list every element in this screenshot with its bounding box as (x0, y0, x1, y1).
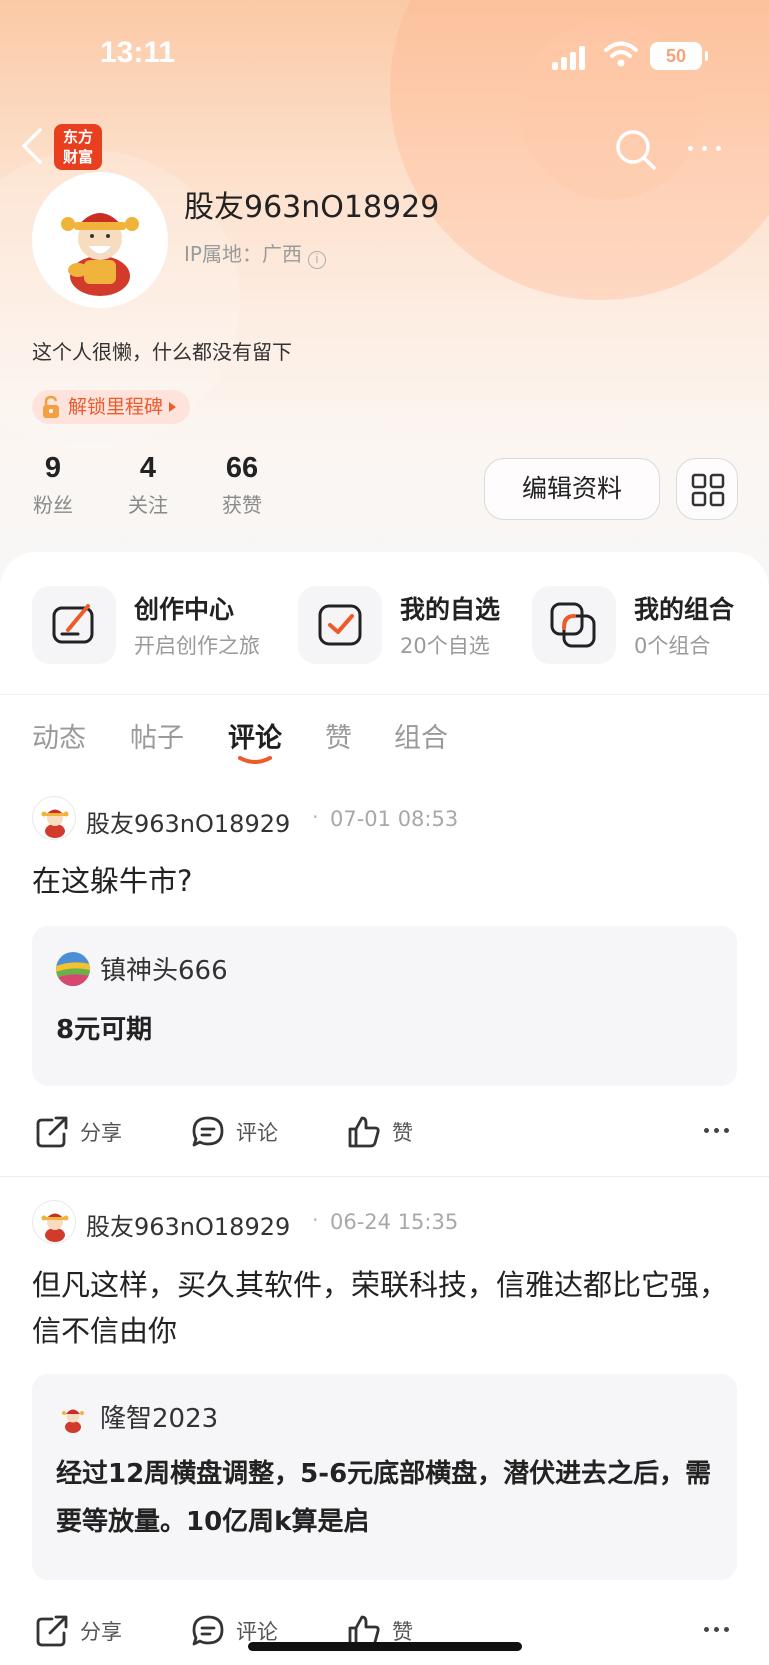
fortune-god-avatar-icon (41, 809, 69, 838)
quoted-text: 8元可期 (56, 1015, 153, 1045)
quoted-author-avatar (56, 1400, 90, 1434)
tab-posts[interactable]: 帖子 (130, 716, 184, 755)
share-icon (36, 1116, 68, 1148)
chevron-right-icon (169, 402, 177, 412)
tab-comments[interactable]: 评论 (228, 716, 282, 755)
create-icon (52, 604, 94, 644)
thumbs-up-icon (348, 1116, 380, 1148)
stat-following[interactable]: 4 关注 (103, 452, 193, 518)
divider (0, 1176, 769, 1177)
comment-date: 07-01 08:53 (330, 807, 459, 831)
quoted-post[interactable]: 镇神头666 8元可期 (32, 926, 737, 1086)
back-arrow-icon[interactable] (18, 126, 48, 166)
share-button[interactable]: 分享 (34, 1611, 122, 1651)
watchlist-icon (318, 604, 362, 646)
separator-dot: · (312, 1208, 319, 1232)
like-button[interactable]: 赞 (346, 1112, 413, 1152)
profile-bio: 这个人很懒，什么都没有留下 (32, 340, 292, 364)
fortune-god-avatar-icon (41, 1213, 69, 1242)
quoted-text: 经过12周横盘调整，5-6元底部横盘，潜伏进去之后，需要等放量。10亿周k算是启 (56, 1459, 712, 1537)
tab-portfolios[interactable]: 组合 (394, 716, 448, 755)
comment-author-avatar[interactable] (32, 796, 76, 840)
quoted-author-avatar (56, 952, 90, 986)
comment-text: 在这躲牛市? (32, 864, 193, 898)
more-options-icon[interactable] (702, 1126, 732, 1136)
quoted-author-name: 镇神头666 (100, 956, 228, 986)
battery-indicator: 50 (650, 42, 708, 70)
separator-dot: · (312, 805, 319, 829)
comment-icon (192, 1615, 224, 1646)
active-tab-indicator (238, 756, 272, 764)
comment-date: 06-24 15:35 (330, 1210, 459, 1234)
edit-profile-button[interactable]: 编辑资料 (484, 458, 660, 520)
qr-code-button[interactable] (676, 458, 738, 520)
comment-icon (192, 1116, 224, 1147)
comment-button[interactable]: 评论 (190, 1112, 278, 1152)
portfolio-icon (550, 602, 596, 648)
comment-author-name[interactable]: 股友963nO18929 (86, 1207, 290, 1242)
more-options-icon[interactable] (686, 138, 726, 158)
info-icon[interactable]: i (307, 251, 326, 269)
wifi-icon (604, 41, 638, 67)
landscape-avatar-icon (56, 952, 90, 986)
tab-likes[interactable]: 赞 (325, 716, 352, 755)
status-bar: 13:11 50 (0, 0, 769, 110)
share-icon (36, 1615, 68, 1647)
comment-author-name[interactable]: 股友963nO18929 (86, 804, 290, 839)
ip-location: IP属地：广西 i (184, 238, 326, 269)
stat-fans[interactable]: 9 粉丝 (8, 452, 98, 518)
more-options-icon[interactable] (702, 1625, 732, 1635)
share-button[interactable]: 分享 (34, 1112, 122, 1152)
comment-text: 但凡这样，买久其软件，荣联科技，信雅达都比它强，信不信由你 (32, 1268, 729, 1348)
divider (0, 694, 769, 695)
tab-activity[interactable]: 动态 (32, 716, 86, 755)
fortune-god-avatar-icon (62, 1409, 84, 1433)
home-indicator[interactable] (248, 1642, 522, 1651)
search-icon[interactable] (614, 128, 658, 172)
cellular-signal-icon (552, 44, 592, 70)
profile-username: 股友963nO18929 (184, 190, 440, 225)
unlocked-lock-icon (43, 395, 59, 418)
app-logo: 东方 财富 (54, 124, 102, 170)
status-time: 13:11 (100, 36, 176, 69)
stat-likes[interactable]: 66 获赞 (197, 452, 287, 518)
comment-author-avatar[interactable] (32, 1200, 76, 1244)
avatar[interactable] (32, 172, 168, 308)
quoted-post[interactable]: 隆智2023 经过12周横盘调整，5-6元底部横盘，潜伏进去之后，需要等放量。1… (32, 1374, 737, 1580)
fortune-god-avatar-icon (61, 213, 139, 296)
qr-code-icon (691, 473, 725, 507)
quoted-author-name: 隆智2023 (100, 1404, 219, 1434)
unlock-milestone-button[interactable]: 解锁里程碑 (32, 390, 191, 424)
